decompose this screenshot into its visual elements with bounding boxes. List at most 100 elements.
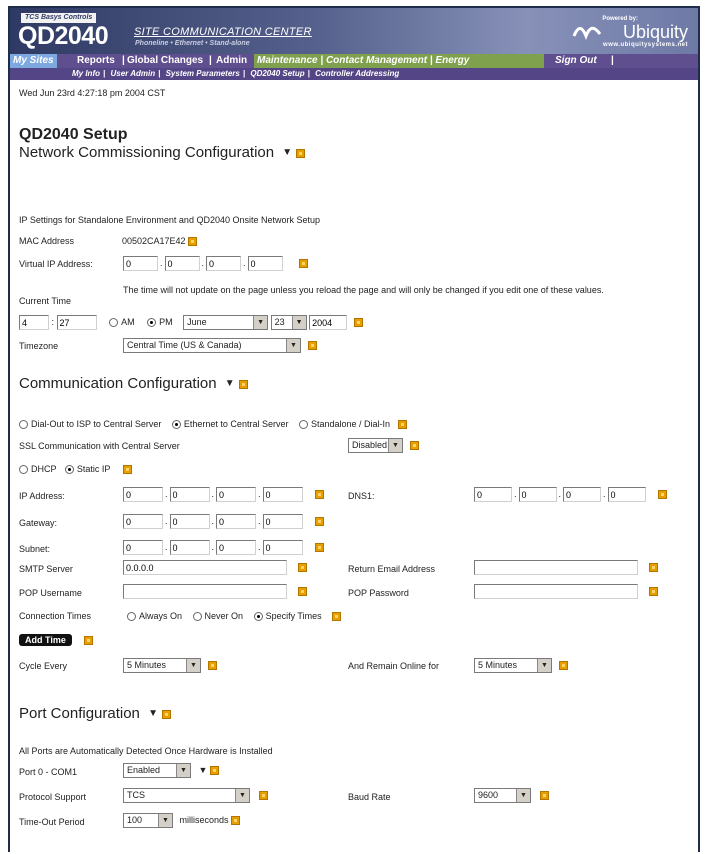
remain-online-select[interactable]: 5 Minutes ▼	[474, 658, 552, 673]
subnet-label: Subnet:	[19, 544, 51, 554]
help-icon[interactable]	[258, 791, 268, 800]
help-icon[interactable]	[296, 148, 306, 158]
nav-global-changes[interactable]: Global Changes	[124, 54, 206, 68]
standalone-radio[interactable]	[298, 420, 308, 430]
protocol-select[interactable]: TCS ▼	[123, 788, 250, 803]
dns1-octet-3[interactable]	[563, 487, 602, 502]
gateway-octet-3[interactable]	[216, 514, 257, 529]
dns1-octet-4[interactable]	[607, 487, 646, 502]
dialout-radio[interactable]	[19, 420, 28, 430]
timezone-row: Central Time (US & Canada) ▼	[123, 338, 317, 353]
help-icon[interactable]	[648, 587, 658, 596]
help-icon[interactable]	[558, 661, 568, 670]
help-icon[interactable]	[297, 587, 307, 596]
hour-input[interactable]	[19, 315, 49, 330]
dropdown-arrow-icon[interactable]: ▼	[148, 708, 158, 719]
help-icon[interactable]	[209, 766, 219, 775]
dropdown-arrow-icon[interactable]: ▼	[282, 147, 292, 158]
current-datetime: Wed Jun 23rd 4:27:18 pm 2004 CST	[19, 88, 166, 98]
subnav-system-parameters[interactable]: System Parameters	[166, 69, 240, 78]
site-subtitle: Phoneline • Ethernet • Stand-alone	[135, 40, 250, 47]
month-select[interactable]: June ▼	[183, 315, 269, 330]
help-icon[interactable]	[353, 318, 363, 327]
help-icon[interactable]	[207, 661, 217, 670]
help-icon[interactable]	[238, 379, 248, 389]
subnet-octet-2[interactable]	[169, 540, 210, 555]
dns1-octet-2[interactable]	[518, 487, 557, 502]
specify-times-radio[interactable]	[253, 612, 263, 622]
smtp-row	[123, 560, 307, 575]
static-ip-radio[interactable]	[64, 465, 74, 475]
virtual-ip-octet-3[interactable]	[206, 256, 242, 271]
virtual-ip-octet-4[interactable]	[247, 256, 283, 271]
gateway-octet-1[interactable]	[123, 514, 163, 529]
never-on-radio[interactable]	[192, 612, 202, 622]
subnet-octet-1[interactable]	[123, 540, 163, 555]
nav-admin[interactable]: Admin	[213, 54, 250, 68]
help-icon[interactable]	[648, 563, 658, 572]
gateway-octet-2[interactable]	[169, 514, 210, 529]
gateway-octet-4[interactable]	[262, 514, 303, 529]
help-icon[interactable]	[397, 420, 407, 430]
help-icon[interactable]	[332, 612, 342, 622]
dhcp-radio[interactable]	[19, 465, 28, 475]
help-icon[interactable]	[162, 709, 172, 719]
subnet-octet-3[interactable]	[216, 540, 257, 555]
year-input[interactable]	[309, 315, 348, 330]
day-select[interactable]: 23 ▼	[270, 315, 307, 330]
dropdown-arrow-icon[interactable]: ▼	[199, 765, 208, 775]
ip-octet-2[interactable]	[169, 487, 210, 502]
help-icon[interactable]	[539, 791, 549, 800]
always-on-radio[interactable]	[127, 612, 136, 622]
help-icon[interactable]	[307, 341, 317, 350]
help-icon[interactable]	[315, 543, 325, 552]
nav-sign-out[interactable]: Sign Out	[552, 54, 600, 68]
return-email-input[interactable]	[474, 560, 638, 575]
ethernet-radio[interactable]	[171, 420, 181, 430]
subnav-controller-addressing[interactable]: Controller Addressing	[315, 69, 399, 78]
nav-contact-management[interactable]: Contact Management	[326, 55, 427, 66]
virtual-ip-octet-2[interactable]	[164, 256, 200, 271]
smtp-label: SMTP Server	[19, 564, 73, 574]
help-icon[interactable]	[315, 490, 325, 499]
ip-octet-1[interactable]	[123, 487, 163, 502]
help-icon[interactable]	[297, 563, 307, 572]
pm-radio[interactable]	[147, 318, 157, 327]
help-icon[interactable]	[409, 441, 419, 450]
help-icon[interactable]	[84, 635, 94, 645]
minute-input[interactable]	[56, 315, 97, 330]
am-radio[interactable]	[109, 318, 119, 327]
help-icon[interactable]	[658, 490, 668, 499]
subnav-my-info[interactable]: My Info	[72, 69, 100, 78]
ip-octet-4[interactable]	[262, 487, 303, 502]
timezone-select[interactable]: Central Time (US & Canada) ▼	[123, 338, 301, 353]
nav-my-sites[interactable]: My Sites	[10, 54, 57, 68]
subnav-user-admin[interactable]: User Admin	[110, 69, 155, 78]
add-time-button[interactable]: Add Time	[19, 634, 72, 646]
ip-octet-3[interactable]	[216, 487, 257, 502]
return-email-label: Return Email Address	[348, 564, 436, 574]
subnet-octet-4[interactable]	[262, 540, 303, 555]
ssl-select[interactable]: Disabled ▼	[348, 438, 403, 453]
help-icon[interactable]	[315, 517, 325, 526]
baud-select[interactable]: 9600 ▼	[474, 788, 531, 803]
help-icon[interactable]	[299, 259, 309, 268]
subnav-qd2040-setup[interactable]: QD2040 Setup	[250, 69, 304, 78]
dns1-octet-1[interactable]	[474, 487, 512, 502]
nav-maintenance[interactable]: Maintenance | Contact Management | Energ…	[254, 54, 544, 68]
smtp-input[interactable]	[123, 560, 287, 575]
cycle-select[interactable]: 5 Minutes ▼	[123, 658, 201, 673]
port0-select[interactable]: Enabled ▼	[123, 763, 191, 778]
help-icon[interactable]	[231, 816, 241, 825]
chevron-down-icon: ▼	[176, 764, 190, 777]
pop-username-input[interactable]	[123, 584, 287, 599]
dropdown-arrow-icon[interactable]: ▼	[225, 378, 235, 389]
dhcp-label: DHCP	[31, 464, 57, 474]
timeout-select[interactable]: 100 ▼	[123, 813, 173, 828]
pop-password-input[interactable]	[474, 584, 638, 599]
virtual-ip-octet-1[interactable]	[123, 256, 158, 271]
help-icon[interactable]	[122, 465, 132, 475]
help-icon[interactable]	[188, 237, 198, 247]
nav-energy[interactable]: Energy	[435, 55, 469, 66]
nav-reports[interactable]: Reports	[74, 54, 118, 68]
